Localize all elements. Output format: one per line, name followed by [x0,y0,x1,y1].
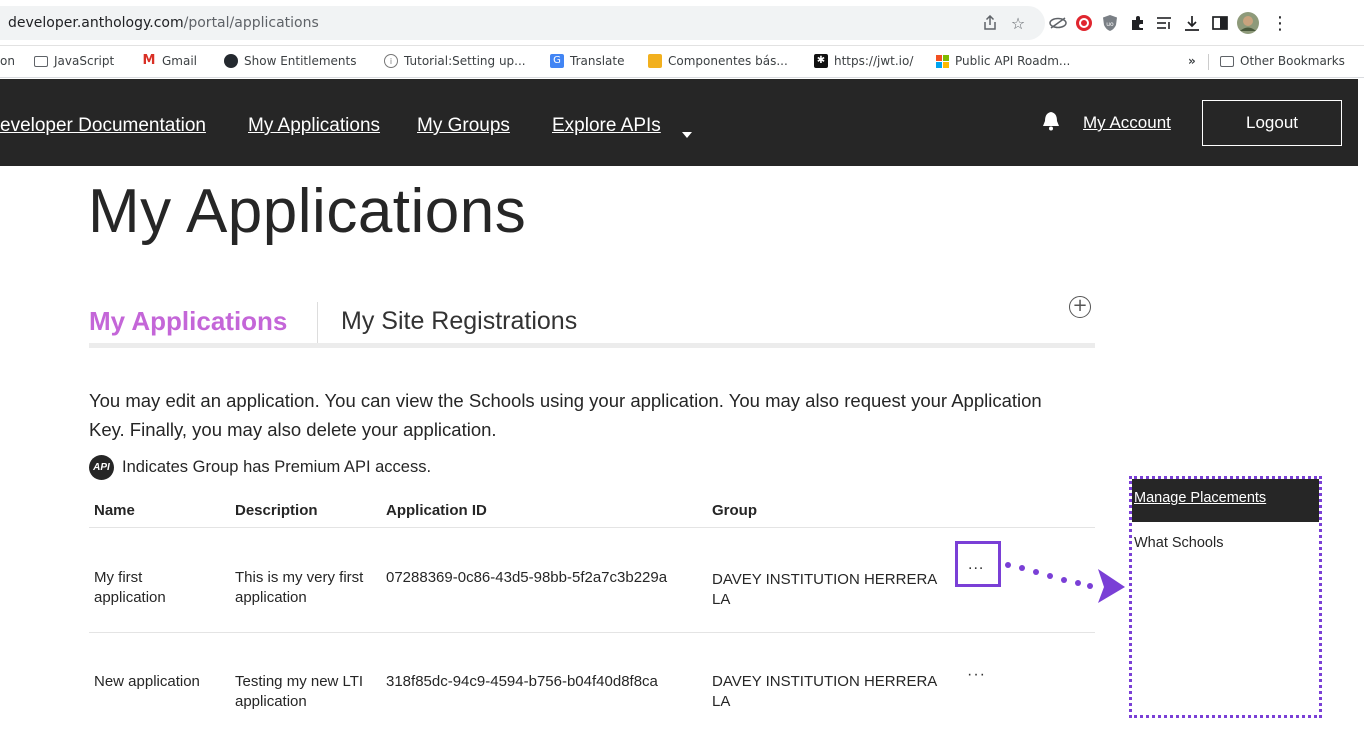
api-badge-icon: API [89,455,114,480]
tab-divider [317,302,318,344]
tabs-underline [89,343,1095,348]
browser-toolbar: developer.anthology.com/portal/applicati… [0,0,1364,46]
nav-explore-apis[interactable]: Explore APIs [552,115,661,137]
table-divider [89,632,1095,633]
column-header-name: Name [94,502,135,519]
add-application-icon[interactable]: + [1069,296,1091,318]
column-header-description: Description [235,502,318,519]
folder-icon [1220,55,1234,67]
bookmark-componentes[interactable]: Componentes bás... [648,54,788,68]
bookmark-label: Public API Roadm... [955,54,1071,68]
bookmark-public-api-roadmap[interactable]: Public API Roadm... [936,54,1070,68]
svg-text:uo: uo [1106,21,1114,28]
address-bar[interactable]: developer.anthology.com/portal/applicati… [0,6,1045,40]
more-actions-button[interactable]: ··· [967,666,986,684]
bookmarks-divider [1208,54,1209,70]
cell-description: Testing my new LTI application [235,673,364,710]
microsoft-icon [936,54,949,68]
tutorial-icon: i [384,54,398,68]
site-navigation-bar: eveloper Documentation My Applications M… [0,79,1358,166]
share-icon[interactable] [978,11,1002,35]
extensions-puzzle-icon[interactable] [1126,11,1150,35]
url-path: /portal/applications [183,15,319,31]
bookmark-show-entitlements[interactable]: Show Entitlements [224,54,356,68]
github-icon [224,54,238,68]
bookmark-jwt[interactable]: ✱ https://jwt.io/ [814,54,913,68]
more-actions-label: ... [968,556,985,573]
nav-developer-documentation[interactable]: eveloper Documentation [0,115,206,137]
bookmark-tutorial[interactable]: i Tutorial:Setting up... [384,54,526,68]
bookmark-gmail[interactable]: M Gmail [142,53,198,69]
address-bar-text: developer.anthology.com/portal/applicati… [8,15,319,31]
folder-icon [34,55,48,67]
bookmark-label: on [0,54,15,68]
bookmarks-overflow-button[interactable]: » [1188,54,1196,68]
cell-application-id: 318f85dc-94c9-4594-b756-b04f40d8f8ca [386,673,658,690]
bookmark-label: JavaScript [54,54,115,68]
cell-application-id: 07288369-0c86-43d5-98bb-5f2a7c3b229a [386,569,668,586]
reading-list-icon[interactable] [1152,11,1176,35]
menu-item-manage-placements[interactable]: Manage Placements [1132,479,1319,522]
bookmark-label: Translate [570,54,625,68]
page-description: You may edit an application. You can vie… [89,390,1042,440]
premium-api-legend: API Indicates Group has Premium API acce… [89,455,431,480]
column-header-application-id: Application ID [386,502,487,519]
bookmark-label: Gmail [162,54,198,68]
annotation-arrow [1005,562,1125,603]
chevron-down-icon[interactable] [682,123,692,142]
overflow-label: » [1188,54,1196,68]
tab-my-applications[interactable]: My Applications [89,306,287,337]
application-tabs: My Applications My Site Registrations + [89,296,1095,351]
bookmark-label: Componentes bás... [668,54,788,68]
bookmark-label: https://jwt.io/ [834,54,914,68]
extension-eye-icon[interactable] [1046,11,1070,35]
menu-item-what-schools[interactable]: What Schools [1134,535,1223,551]
bookmark-folder-javascript[interactable]: JavaScript [34,54,114,68]
premium-note-text: Indicates Group has Premium API access. [122,458,432,476]
profile-avatar[interactable] [1236,11,1260,35]
highlighted-more-actions-button[interactable]: ... [955,541,1001,587]
bell-icon[interactable] [1042,111,1060,135]
side-panel-icon[interactable] [1208,11,1232,35]
bookmark-item[interactable]: on [0,54,15,68]
browser-menu-kebab-icon[interactable]: ⋮ [1268,11,1292,35]
components-icon [648,54,662,68]
jwt-icon: ✱ [814,54,828,68]
nav-my-applications[interactable]: My Applications [248,115,380,137]
url-host: developer.anthology.com [8,15,184,31]
cell-description: This is my very first application [235,569,364,606]
ublock-shield-icon[interactable]: uo [1098,11,1122,35]
window-edge [1358,79,1364,166]
bookmark-label: Tutorial:Setting up... [404,54,526,68]
other-bookmarks-folder[interactable]: Other Bookmarks [1220,54,1345,68]
cell-group: DAVEY INSTITUTION HERRERA LA [712,571,937,608]
nav-my-groups[interactable]: My Groups [417,115,510,137]
tab-my-site-registrations[interactable]: My Site Registrations [341,307,577,336]
bookmark-label: Show Entitlements [244,54,357,68]
download-icon[interactable] [1180,11,1204,35]
page-title: My Applications [88,177,527,246]
bookmark-star-icon[interactable]: ☆ [1006,11,1030,35]
bookmarks-bar: on JavaScript M Gmail Show Entitlements i… [0,46,1364,78]
cell-name: My first application [94,569,166,606]
bookmark-label: Other Bookmarks [1240,54,1345,68]
bookmark-translate[interactable]: G Translate [550,54,625,68]
logout-button[interactable]: Logout [1202,100,1342,146]
gmail-icon: M [142,53,156,68]
cell-group: DAVEY INSTITUTION HERRERA LA [712,673,937,710]
cell-name: New application [94,673,200,690]
nav-my-account[interactable]: My Account [1083,113,1171,133]
translate-icon: G [550,54,564,68]
menu-item-label: Manage Placements [1134,490,1267,506]
actions-dropdown-menu: Manage Placements What Schools [1129,476,1322,718]
table-divider [89,527,1095,528]
extension-red-icon[interactable] [1072,11,1096,35]
column-header-group: Group [712,502,757,519]
